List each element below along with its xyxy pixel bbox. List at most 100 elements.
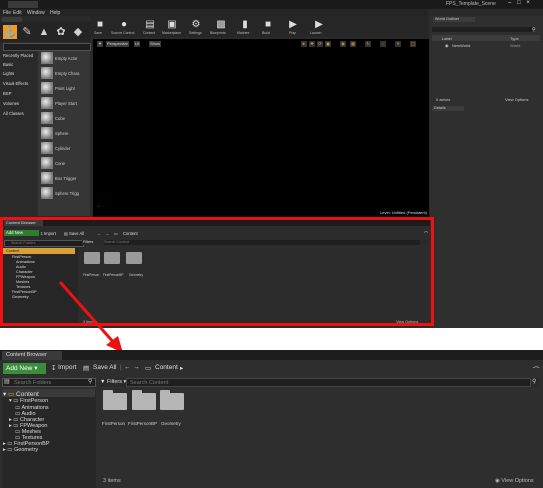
category-visual-effects[interactable]: Visual Effects xyxy=(3,81,28,86)
toolbar-marketplace[interactable]: Marketplace xyxy=(162,31,181,35)
scale-snap-icon[interactable]: ▫ xyxy=(380,41,386,47)
place-item[interactable]: Cube xyxy=(55,116,65,121)
search-content-input[interactable]: Search Content xyxy=(126,378,531,387)
category-volumes[interactable]: Volumes xyxy=(3,101,19,106)
import-button[interactable]: Import xyxy=(58,364,76,371)
foliage-mode-icon[interactable]: ✿ xyxy=(54,25,68,39)
filters-button[interactable]: ▼ Filters ▾ xyxy=(100,378,126,387)
menu-edit[interactable]: Edit xyxy=(13,10,22,16)
toolbar-launch[interactable]: Launch xyxy=(310,31,321,35)
play-icon[interactable]: ▶ xyxy=(287,19,299,30)
place-item[interactable]: Cylinder xyxy=(55,146,70,151)
tree-options-icon[interactable]: ▤ xyxy=(4,378,10,385)
world-space-icon[interactable]: ◉ xyxy=(340,41,346,47)
folder-label[interactable]: Geometry xyxy=(161,421,181,426)
expand-icon[interactable]: ▸ xyxy=(3,447,6,453)
save-all-button[interactable]: Save All xyxy=(93,364,117,371)
rotate-tool-icon[interactable]: ⟳ xyxy=(317,41,323,47)
expand-icon[interactable]: ▾ xyxy=(3,391,6,398)
toolbar-play[interactable]: Play xyxy=(289,31,296,35)
marketplace-icon[interactable]: ▣ xyxy=(166,19,178,30)
lit-button[interactable]: Lit xyxy=(134,41,141,47)
translate-tool-icon[interactable]: ✚ xyxy=(309,41,315,47)
view-options-button[interactable]: ◉ View Options xyxy=(495,478,534,484)
details-tab[interactable]: Details xyxy=(432,106,464,111)
maximize-viewport-icon[interactable]: ▢ xyxy=(410,41,416,47)
window-controls[interactable]: – □ × xyxy=(508,0,543,8)
toolbar-matinee[interactable]: Matinee xyxy=(237,31,249,35)
toolbar-build[interactable]: Build xyxy=(262,31,270,35)
save-icon[interactable]: ■ xyxy=(94,19,106,30)
expand-icon[interactable]: ▾ xyxy=(9,398,12,404)
viewport-options-button[interactable]: ▼ xyxy=(97,41,103,47)
toolbar-source-control[interactable]: Source Control xyxy=(111,31,134,35)
grid-snap-icon[interactable]: ▦ xyxy=(350,41,356,47)
toolbar-content[interactable]: Content xyxy=(143,31,155,35)
folder-icon[interactable] xyxy=(103,390,127,410)
world-outliner-tab[interactable]: World Outliner xyxy=(433,17,475,22)
close-icon[interactable]: × xyxy=(526,0,530,6)
editor-document-tab[interactable] xyxy=(8,1,38,8)
source-control-icon[interactable]: ● xyxy=(118,19,130,30)
menu-window[interactable]: Window xyxy=(27,10,45,16)
content-icon[interactable]: ▤ xyxy=(144,19,156,30)
maximize-icon[interactable]: □ xyxy=(517,0,521,6)
category-recently-placed[interactable]: Recently Placed xyxy=(3,53,33,58)
launch-icon[interactable]: ▶ xyxy=(313,19,325,30)
content-browser-tab[interactable]: Content Browser xyxy=(2,351,62,360)
place-item[interactable]: Player Start xyxy=(55,101,77,106)
paint-mode-icon[interactable]: ✎ xyxy=(20,25,34,39)
menu-file[interactable]: File xyxy=(3,10,11,16)
toolbar-blueprints[interactable]: Blueprints xyxy=(210,31,226,35)
perspective-button[interactable]: Perspective xyxy=(106,41,129,47)
place-item[interactable]: Box Trigger xyxy=(55,176,76,181)
folder-icon[interactable] xyxy=(132,390,156,410)
landscape-mode-icon[interactable]: ▲ xyxy=(37,25,51,39)
toolbar-settings[interactable]: Settings xyxy=(189,31,202,35)
add-new-button[interactable]: Add New ▾ xyxy=(3,363,46,374)
place-search-input[interactable] xyxy=(3,43,91,51)
outliner-view-options[interactable]: View Options xyxy=(505,97,529,102)
minimize-icon[interactable]: – xyxy=(508,0,511,6)
matinee-icon[interactable]: ▮ xyxy=(239,19,251,30)
blueprints-icon[interactable]: ▩ xyxy=(215,19,227,30)
tree-item-firstperson[interactable]: ▾ ▭ FirstPerson xyxy=(9,398,48,404)
folder-label[interactable]: FirstPersonBP xyxy=(128,421,157,426)
settings-icon[interactable]: ⚙ xyxy=(190,19,202,30)
folder-icon[interactable] xyxy=(160,390,184,410)
build-icon[interactable]: ■ xyxy=(262,19,274,30)
path-content[interactable]: Content xyxy=(155,364,178,371)
expand-icon[interactable]: ▸ xyxy=(9,423,12,429)
forward-arrow-icon[interactable]: → xyxy=(133,364,140,371)
place-item[interactable]: Empty Actor xyxy=(55,56,78,61)
lock-icon[interactable]: ⌒ xyxy=(533,364,540,374)
import-icon[interactable]: ↧ xyxy=(51,364,56,372)
place-item[interactable]: Empty Chara xyxy=(55,71,79,76)
search-folders-input[interactable]: Search Folders xyxy=(2,378,96,387)
place-item[interactable]: Sphere xyxy=(55,131,69,136)
category-basic[interactable]: Basic xyxy=(3,62,13,67)
category-lights[interactable]: Lights xyxy=(3,71,14,76)
show-button[interactable]: Show xyxy=(149,41,162,47)
save-all-icon[interactable]: ▤ xyxy=(83,364,89,372)
place-item[interactable]: Cone xyxy=(55,161,65,166)
select-tool-icon[interactable]: ► xyxy=(301,41,307,47)
rotation-snap-icon[interactable]: ↻ xyxy=(365,41,371,47)
outliner-row-label[interactable]: NewWorld xyxy=(452,43,470,48)
geometry-mode-icon[interactable]: ◆ xyxy=(71,25,85,39)
place-item[interactable]: Point Light xyxy=(55,86,75,91)
place-mode-icon[interactable]: ⚓ xyxy=(3,25,17,39)
place-item[interactable]: Sphere Trigg xyxy=(55,191,79,196)
camera-speed-icon[interactable]: ☀ xyxy=(395,41,401,47)
back-arrow-icon[interactable]: ← xyxy=(124,364,131,371)
folder-label[interactable]: FirstPerson xyxy=(102,421,125,426)
scale-tool-icon[interactable]: ▣ xyxy=(325,41,331,47)
category-all-classes[interactable]: All Classes xyxy=(3,111,24,116)
outliner-col-label[interactable]: Label xyxy=(442,36,452,41)
level-viewport[interactable] xyxy=(93,39,429,217)
category-bsp[interactable]: BSP xyxy=(3,91,11,96)
outliner-col-type[interactable]: Type xyxy=(510,36,519,41)
outliner-search-input[interactable] xyxy=(432,27,532,32)
path-arrow-icon[interactable]: ▸ xyxy=(180,364,183,372)
toolbar-save[interactable]: Save xyxy=(94,31,102,35)
